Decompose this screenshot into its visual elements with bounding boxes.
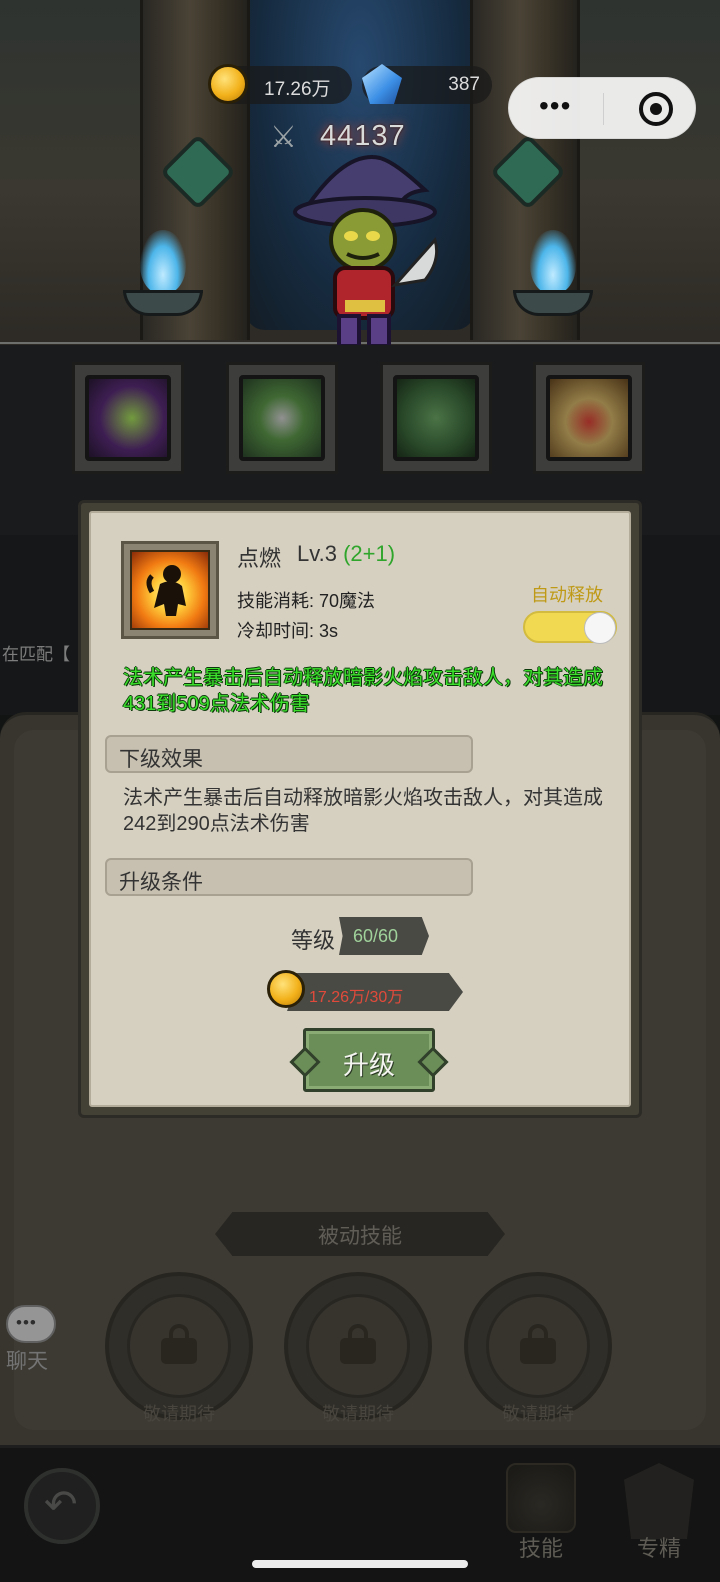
- popup-body: 点燃 Lv.3 (2+1) 技能消耗: 70魔法 冷却时间: 3s 自动释放 法…: [89, 511, 631, 1107]
- blue-gem-icon: [362, 64, 402, 104]
- next-level-header-text: 下级效果: [119, 748, 203, 771]
- pillar-gem-icon: [159, 133, 237, 211]
- combat-power-value: 44137: [320, 120, 406, 152]
- skill-name: 点燃: [237, 546, 282, 571]
- close-miniprogram-icon[interactable]: [639, 92, 673, 126]
- skill-level-text: Lv.3: [297, 541, 344, 566]
- auto-cast-toggle[interactable]: [523, 611, 617, 644]
- next-effect-text: 法术产生暴击后自动释放暗影火焰攻击敌人，对其造成242到290点法术伤害: [123, 787, 603, 835]
- level-requirement-value: 60/60: [353, 926, 399, 946]
- upgrade-conditions-header: 升级条件: [105, 858, 473, 896]
- gem-amount: 387: [448, 74, 480, 95]
- skill-cooldown: 冷却时间: 3s: [237, 621, 339, 641]
- next-level-header: 下级效果: [105, 735, 473, 773]
- skill-level-bonus: (2+1): [343, 541, 396, 566]
- ignite-skill-icon: [130, 550, 210, 630]
- toggle-knob: [584, 612, 616, 644]
- gold-coin-icon: [267, 970, 305, 1008]
- gold-requirement-value: 17.26万/30万: [309, 989, 404, 1006]
- gem-counter[interactable]: 387: [362, 64, 492, 104]
- current-effect-text: 法术产生暴击后自动释放暗影火焰攻击敌人，对其造成431到509点法术伤害: [123, 667, 603, 715]
- home-indicator[interactable]: [252, 1560, 468, 1568]
- skill-detail-popup: 点燃 Lv.3 (2+1) 技能消耗: 70魔法 冷却时间: 3s 自动释放 法…: [78, 500, 642, 1118]
- more-options-icon[interactable]: •••: [539, 90, 571, 122]
- blue-flame-torch-left: [118, 230, 208, 320]
- skill-icon-frame: [121, 541, 219, 639]
- upgrade-conditions-header-text: 升级条件: [119, 871, 203, 894]
- gold-coin-icon: [208, 64, 248, 104]
- miniprogram-capsule: •••: [508, 77, 696, 139]
- upgrade-button[interactable]: 升级: [303, 1028, 435, 1092]
- skill-level: Lv.3 (2+1): [297, 541, 395, 567]
- skill-mana-cost: 技能消耗: 70魔法: [237, 591, 376, 611]
- gold-counter[interactable]: 17.26万: [208, 64, 352, 104]
- blue-flame-torch-right: [508, 230, 598, 320]
- upgrade-button-label: 升级: [342, 1050, 395, 1080]
- auto-cast-label: 自动释放: [531, 585, 603, 605]
- level-requirement-label: 等级: [291, 928, 336, 953]
- gold-amount: 17.26万: [264, 79, 331, 100]
- capsule-divider: [603, 93, 604, 125]
- wizard-hero-character[interactable]: [285, 150, 445, 360]
- pillar-gem-icon: [489, 133, 567, 211]
